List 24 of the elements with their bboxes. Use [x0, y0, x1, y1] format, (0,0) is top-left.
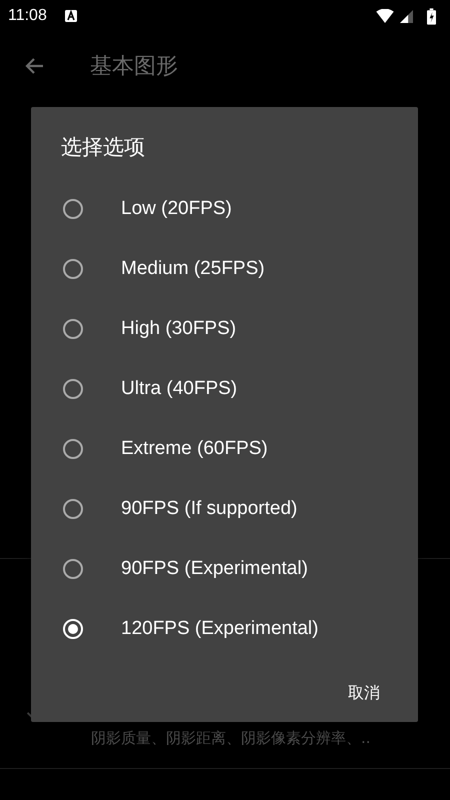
- radio-option[interactable]: 90FPS (If supported): [31, 479, 418, 539]
- radio-option[interactable]: High (30FPS): [31, 299, 418, 359]
- cancel-button[interactable]: 取消: [336, 675, 392, 712]
- setting-description: 阴影质量、阴影距离、阴影像素分辨率、..: [91, 729, 371, 748]
- radio-option[interactable]: Extreme (60FPS): [31, 419, 418, 479]
- radio-button[interactable]: [63, 259, 83, 279]
- radio-option[interactable]: Ultra (40FPS): [31, 359, 418, 419]
- radio-option[interactable]: Low (20FPS): [31, 179, 418, 239]
- radio-button[interactable]: [63, 319, 83, 339]
- radio-option[interactable]: 120FPS (Experimental): [31, 599, 418, 659]
- battery-charging-icon: [427, 8, 436, 24]
- radio-button[interactable]: [63, 559, 83, 579]
- notification-icon: [64, 10, 77, 22]
- radio-button[interactable]: [63, 439, 83, 459]
- radio-option[interactable]: 90FPS (Experimental): [31, 539, 418, 599]
- signal-icon: [400, 10, 413, 22]
- screen-title: 基本图形: [90, 53, 178, 81]
- status-time: 11:08: [8, 7, 47, 25]
- radio-option[interactable]: Medium (25FPS): [31, 239, 418, 299]
- wifi-icon: [376, 9, 394, 23]
- radio-button[interactable]: [63, 499, 83, 519]
- radio-button[interactable]: [63, 379, 83, 399]
- radio-button[interactable]: [63, 199, 83, 219]
- dialog-title: 选择选项: [60, 134, 146, 161]
